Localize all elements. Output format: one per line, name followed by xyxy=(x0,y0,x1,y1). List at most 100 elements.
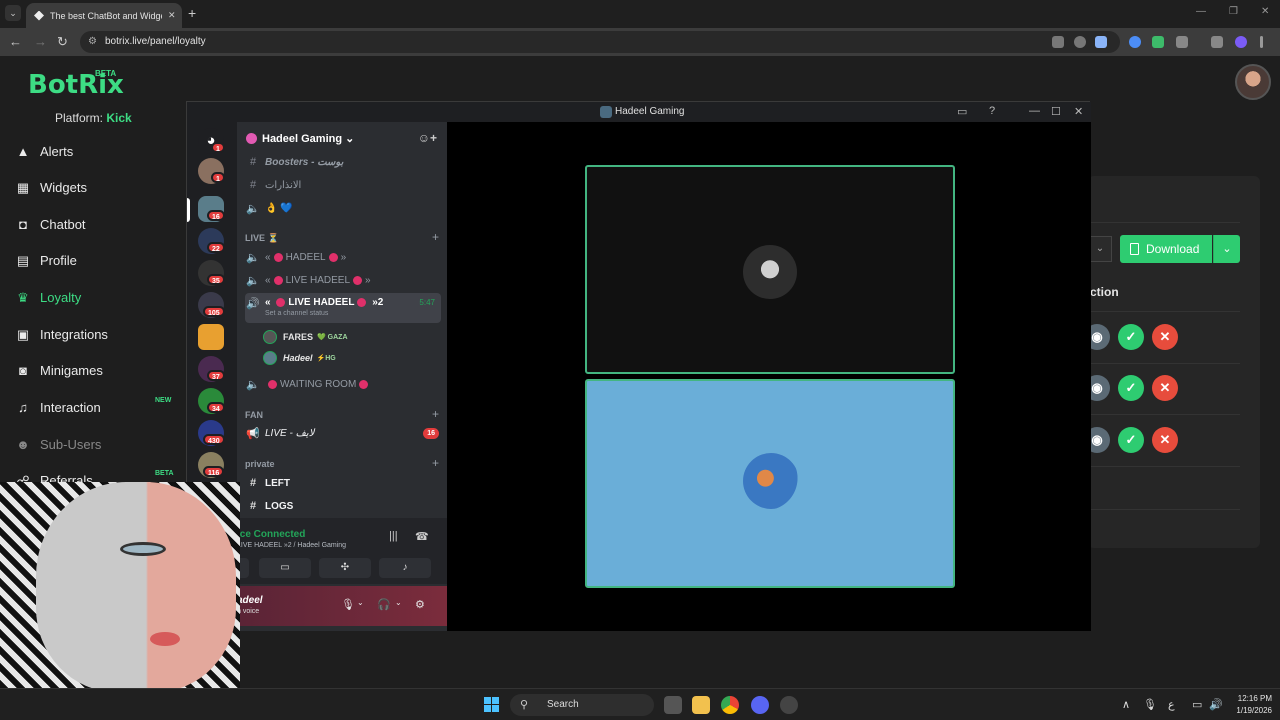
add-member-icon[interactable]: ☺+ xyxy=(418,131,437,145)
guild-icon[interactable] xyxy=(198,324,224,350)
help-icon[interactable]: ? xyxy=(989,105,995,117)
participant-tile[interactable] xyxy=(585,379,955,588)
chrome-icon[interactable] xyxy=(721,696,739,714)
restore-button[interactable]: ❐ xyxy=(1229,6,1238,17)
bookmark-star-icon[interactable] xyxy=(1095,36,1107,48)
trophy-icon: ♛ xyxy=(17,289,29,305)
channel-status-hint[interactable]: Set a channel status xyxy=(265,310,383,317)
system-clock[interactable]: 12:16 PM 1/19/2026 xyxy=(1224,693,1272,717)
voice-member-fares[interactable]: FARES 💚 GAZA xyxy=(263,330,348,344)
voice-channel-live-hadeel-active[interactable]: 🔊 « LIVE HADEEL »2 Set a channel status … xyxy=(245,293,441,323)
disconnect-icon[interactable]: ☎ xyxy=(415,530,429,543)
add-channel-icon[interactable]: + xyxy=(432,456,439,470)
channel-alerts[interactable]: # الانذارات xyxy=(245,175,441,195)
approve-check-icon[interactable]: ✓ xyxy=(1118,324,1144,350)
close-window-button[interactable]: ✕ xyxy=(1261,6,1269,17)
microphone-icon[interactable]: 🎙 xyxy=(341,598,355,611)
screen-share-button[interactable]: ▭ xyxy=(259,558,311,578)
volume-icon[interactable]: 🔊 xyxy=(1209,698,1223,711)
settings-gear-icon[interactable]: ⚙ xyxy=(415,598,425,611)
nav-chatbot[interactable]: ◘ Chatbot xyxy=(16,217,85,232)
forward-icon[interactable]: → xyxy=(34,34,47,49)
format-select[interactable]: ⌄ xyxy=(1088,236,1112,262)
language-indicator[interactable]: ع xyxy=(1168,698,1175,711)
inbox-icon[interactable]: ▭ xyxy=(957,105,967,118)
network-icon[interactable]: ▭ xyxy=(1192,698,1202,711)
profile-icon[interactable] xyxy=(1235,36,1247,48)
translate-icon[interactable] xyxy=(1052,36,1064,48)
soundboard-button[interactable]: ♪ xyxy=(379,558,431,578)
channel-left[interactable]: # LEFT xyxy=(245,473,441,493)
voice-channel-hadeel[interactable]: 🔈 « HADEEL » xyxy=(245,247,441,267)
task-view-icon[interactable] xyxy=(664,696,682,714)
category-fan[interactable]: FAN xyxy=(245,410,263,420)
speaker-icon: 🔈 xyxy=(246,274,260,287)
action-column-header: ction xyxy=(1090,285,1119,299)
download-button[interactable]: Download xyxy=(1120,235,1212,263)
windows-start-icon[interactable] xyxy=(484,697,499,712)
zoom-icon[interactable] xyxy=(1074,36,1086,48)
voice-channel-waiting-room[interactable]: 🔈 WAITING ROOM xyxy=(245,374,441,394)
tab-close-icon[interactable]: ✕ xyxy=(168,10,176,21)
reload-icon[interactable]: ↻ xyxy=(57,34,68,50)
nav-profile[interactable]: ▤ Profile xyxy=(16,253,77,268)
reject-x-icon[interactable]: ✕ xyxy=(1152,324,1178,350)
new-tab-button[interactable]: + xyxy=(188,5,196,21)
mic-options-chevron-icon[interactable]: ⌄ xyxy=(357,598,364,607)
app-icon[interactable] xyxy=(780,696,798,714)
approve-check-icon[interactable]: ✓ xyxy=(1118,427,1144,453)
channel-boosters[interactable]: # Boosters - بوست xyxy=(245,152,441,172)
server-header[interactable]: Hadeel Gaming ⌄ ☺+ xyxy=(237,122,447,154)
activities-button[interactable]: ✣ xyxy=(319,558,371,578)
integrations-icon: ▣ xyxy=(16,326,30,342)
channel-fan-live[interactable]: 📢 LIVE - لايف xyxy=(245,423,441,443)
voice-connection-detail[interactable]: LIVE HADEEL »2 / Hadeel Gaming xyxy=(237,542,346,549)
audio-options-chevron-icon[interactable]: ⌄ xyxy=(395,598,402,607)
extension-2-icon[interactable] xyxy=(1152,36,1164,48)
tray-mic-icon[interactable]: 🎙 xyxy=(1143,698,1157,711)
taskbar-search[interactable]: ⚲ Search xyxy=(510,694,654,716)
address-bar[interactable]: ⚙ botrix.live/panel/loyalty xyxy=(80,31,1120,53)
current-username[interactable]: adeel xyxy=(237,595,263,606)
voice-channel-live-hadeel[interactable]: 🔈 « LIVE HADEEL » xyxy=(245,270,441,290)
discord-close-button[interactable]: ✕ xyxy=(1074,105,1083,118)
browser-tab[interactable]: The best ChatBot and Widgets ✕ xyxy=(26,3,182,28)
download-dropdown-button[interactable]: ⌄ xyxy=(1213,235,1240,263)
reject-x-icon[interactable]: ✕ xyxy=(1152,427,1178,453)
discord-minimize-button[interactable]: — xyxy=(1029,105,1040,117)
channel-logs[interactable]: # LOGS xyxy=(245,496,441,516)
add-channel-icon[interactable]: + xyxy=(432,230,439,244)
menu-kebab-icon[interactable] xyxy=(1260,36,1263,48)
extension-1-icon[interactable] xyxy=(1129,36,1141,48)
user-avatar[interactable] xyxy=(1235,64,1271,100)
nav-interaction[interactable]: ♫ Interaction xyxy=(16,400,101,415)
voice-member-hadeel[interactable]: Hadeel ⚡HG xyxy=(263,351,336,365)
category-private[interactable]: private xyxy=(245,459,275,469)
approve-check-icon[interactable]: ✓ xyxy=(1118,375,1144,401)
reject-x-icon[interactable]: ✕ xyxy=(1152,375,1178,401)
reading-list-icon[interactable] xyxy=(1211,36,1223,48)
minimize-button[interactable]: — xyxy=(1196,6,1206,17)
nav-sub-users[interactable]: ☻ Sub-Users xyxy=(16,437,101,452)
site-settings-icon[interactable]: ⚙ xyxy=(88,31,97,53)
nav-alerts[interactable]: ▲ Alerts xyxy=(16,144,74,159)
discord-icon[interactable] xyxy=(751,696,769,714)
headphones-icon[interactable]: 🎧 xyxy=(377,598,391,611)
file-explorer-icon[interactable] xyxy=(692,696,710,714)
nav-loyalty[interactable]: ♛ Loyalty xyxy=(16,290,81,305)
participant-tile[interactable] xyxy=(585,165,955,374)
discord-maximize-button[interactable]: ☐ xyxy=(1051,105,1061,118)
tab-search-button[interactable]: ⌄ xyxy=(5,5,21,21)
botrix-favicon-icon xyxy=(34,10,44,21)
search-icon: ⚲ xyxy=(520,699,529,711)
voice-channel-emoji[interactable]: 🔈 👌 💙 xyxy=(245,198,441,218)
nav-widgets[interactable]: ▦ Widgets xyxy=(16,180,87,195)
extensions-puzzle-icon[interactable] xyxy=(1176,36,1188,48)
noise-suppression-icon[interactable]: ||| xyxy=(389,530,398,542)
nav-integrations[interactable]: ▣ Integrations xyxy=(16,327,108,342)
category-live[interactable]: LIVE ⏳ xyxy=(245,233,279,244)
back-icon[interactable]: ← xyxy=(9,34,22,49)
nav-minigames[interactable]: ◙ Minigames xyxy=(16,363,103,378)
add-channel-icon[interactable]: + xyxy=(432,407,439,421)
tray-chevron-icon[interactable]: ∧ xyxy=(1122,698,1130,711)
